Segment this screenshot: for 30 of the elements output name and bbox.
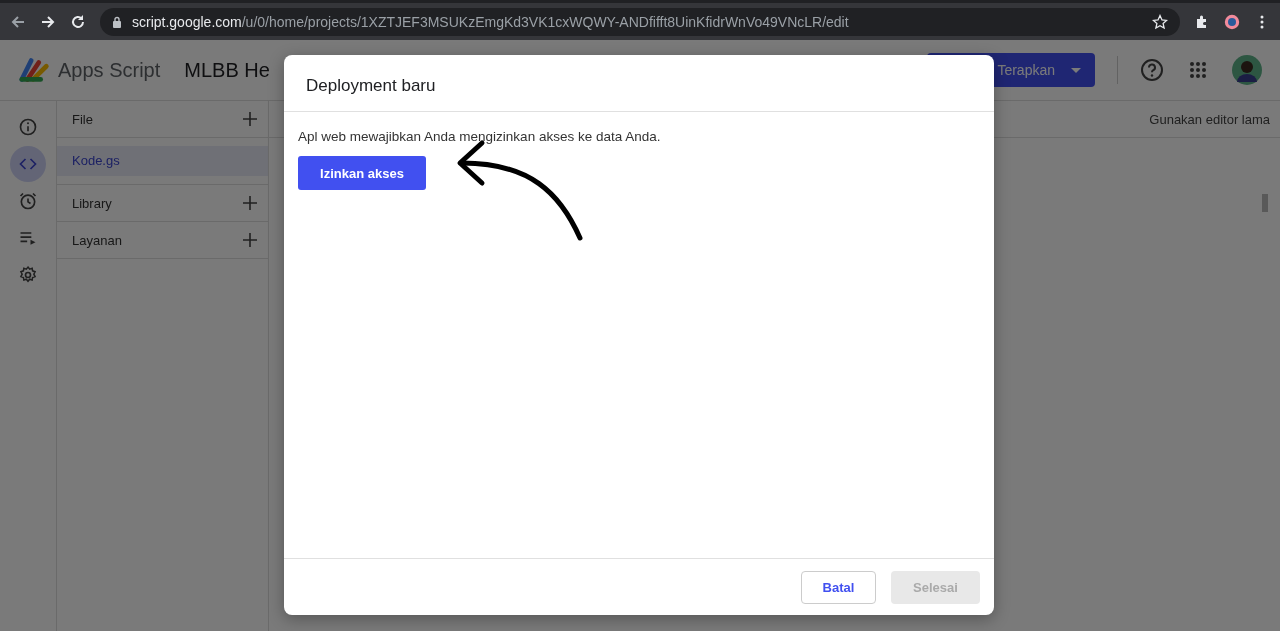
help-icon[interactable]	[1140, 58, 1164, 82]
add-icon[interactable]	[242, 111, 258, 127]
star-icon[interactable]	[1152, 13, 1168, 30]
legacy-editor-link[interactable]: Gunakan editor lama	[1149, 111, 1270, 127]
address-field[interactable]: script.google.com/u/0/home/projects/1XZTJEF3MSUKzEmgKd3VK1cxWQWY-ANDfifft8UinKfidrWnVo49VNcLR/edit	[100, 7, 1180, 36]
settings-icon	[18, 265, 38, 285]
section-title: File	[72, 111, 93, 127]
dialog-title: Deployment baru	[284, 55, 994, 112]
info-icon	[18, 117, 38, 137]
back-icon[interactable]	[10, 13, 26, 30]
caret-icon	[1071, 67, 1081, 73]
app-name: Apps Script	[58, 58, 161, 82]
add-icon[interactable]	[242, 195, 258, 211]
extension-icon[interactable]	[1224, 13, 1240, 30]
alarm-clock-icon	[18, 191, 38, 211]
nav-rail-button[interactable]	[10, 146, 46, 182]
scrollbar-thumb[interactable]	[1262, 194, 1268, 212]
add-icon[interactable]	[242, 232, 258, 248]
authorize-button[interactable]: Izinkan akses	[298, 156, 426, 190]
section-title: Library	[72, 195, 112, 211]
reload-icon[interactable]	[70, 13, 86, 30]
dialog-message: Apl web mewajibkan Anda mengizinkan akses ke data Anda.	[298, 129, 662, 144]
logo-icon	[18, 56, 52, 84]
file-item[interactable]: Kode.gs	[57, 146, 268, 176]
project-title[interactable]: MLBB He	[184, 58, 270, 82]
avatar-icon[interactable]	[1232, 55, 1262, 85]
forward-icon[interactable]	[40, 13, 56, 30]
section-title: Layanan	[72, 232, 122, 248]
lock-icon	[112, 15, 122, 28]
dialog-button[interactable]: Batal	[801, 570, 876, 604]
